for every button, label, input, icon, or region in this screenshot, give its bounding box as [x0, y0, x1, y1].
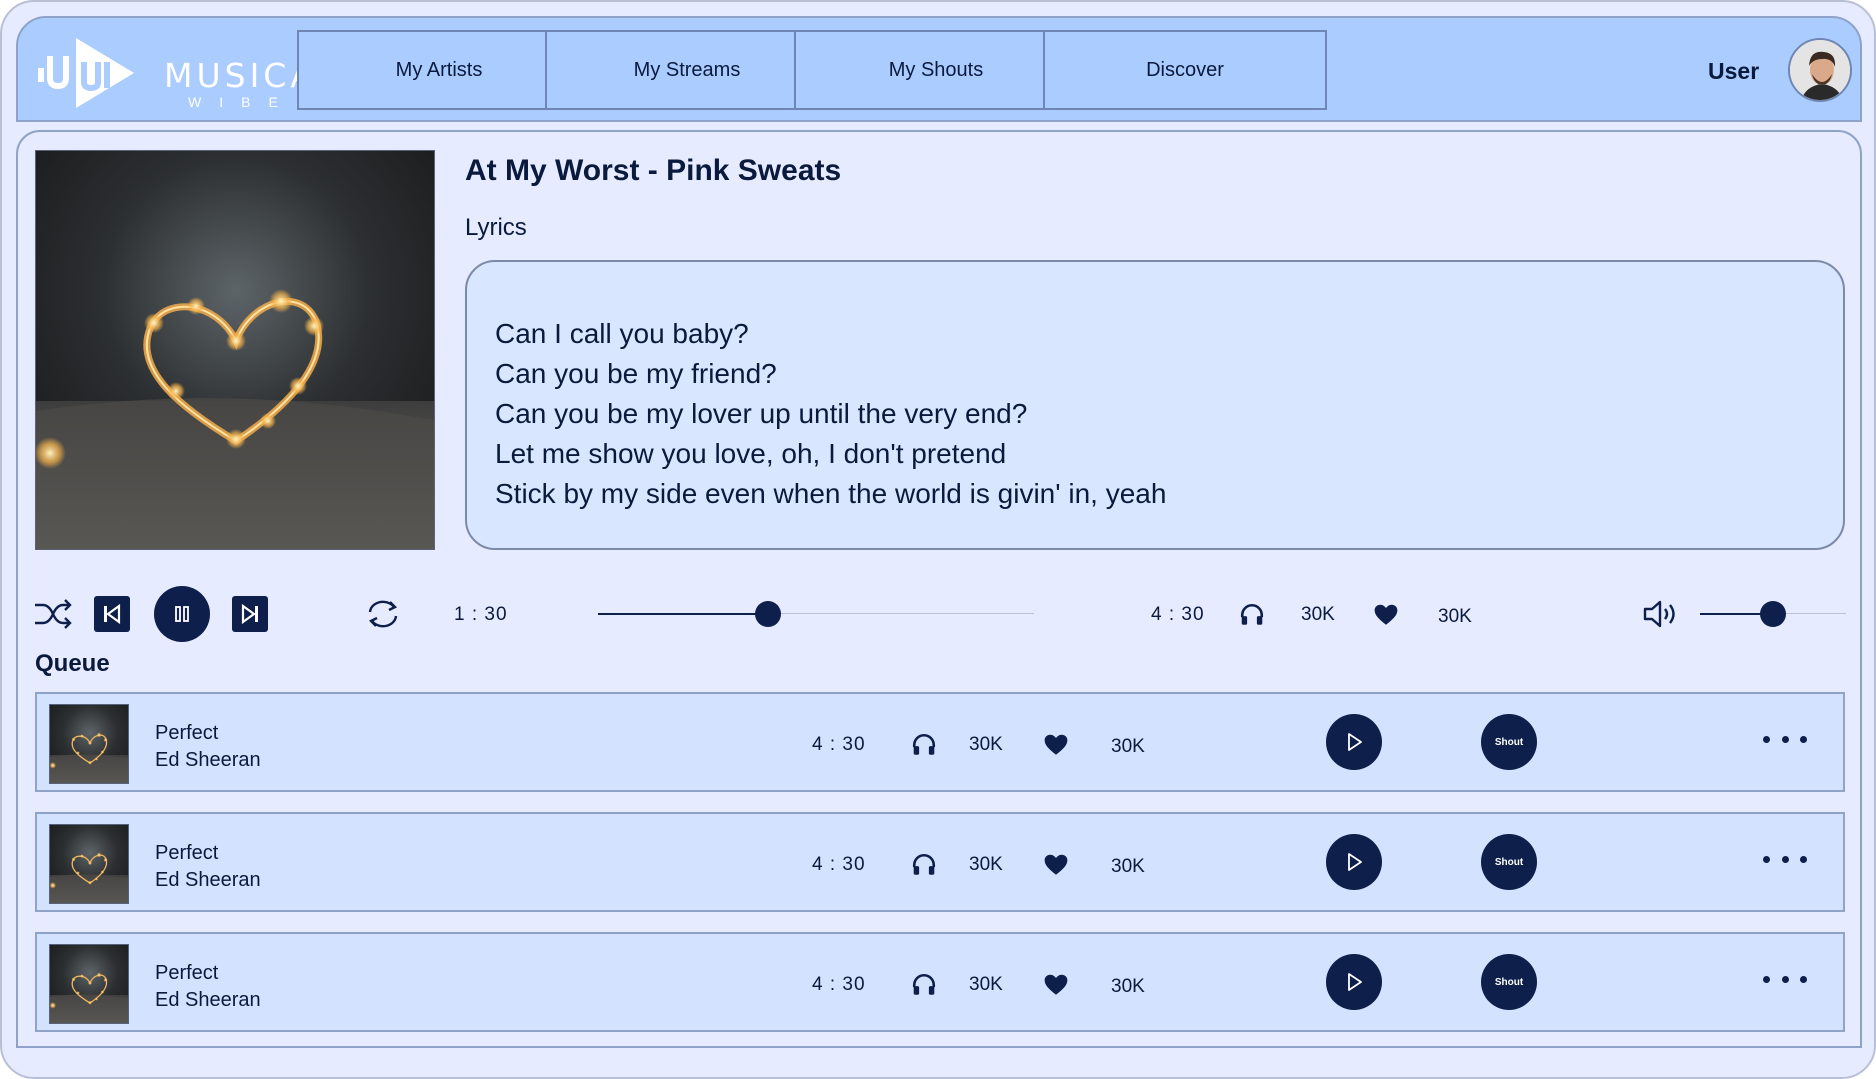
lyric-line: Can you be my lover up until the very en… [495, 398, 1028, 429]
lyrics-box: Can I call you baby? Can you be my frien… [465, 260, 1845, 550]
queue-artist: Ed Sheeran [155, 749, 261, 771]
heart-lights-image [50, 705, 129, 784]
avatar[interactable] [1788, 38, 1852, 102]
queue-row[interactable]: Perfect Ed Sheeran 4 : 30 30K 30K Shout [35, 692, 1845, 792]
queue-label: Queue [35, 650, 110, 677]
header: MUSICAL WIBES My Artists My Streams My S… [16, 16, 1862, 122]
lyric-line: Can you be my friend? [495, 358, 777, 389]
queue-likes: 30K [1111, 736, 1145, 757]
queue-row[interactable]: Perfect Ed Sheeran 4 : 30 30K 30K Shout [35, 932, 1845, 1032]
shuffle-button[interactable] [33, 596, 73, 637]
queue-artist: Ed Sheeran [155, 869, 261, 891]
more-options-button[interactable] [1763, 844, 1807, 874]
brand-mark-icon [38, 38, 134, 108]
more-dot-icon [1763, 855, 1770, 863]
next-button[interactable] [232, 596, 268, 632]
heart-lights-image [50, 825, 129, 904]
listens-count: 30K [1301, 604, 1335, 625]
queue-listens: 30K [969, 974, 1003, 995]
heart-icon[interactable] [1043, 852, 1069, 878]
user-avatar-icon [1790, 40, 1850, 100]
queue-listens: 30K [969, 854, 1003, 875]
queue-duration: 4 : 30 [812, 974, 866, 995]
seek-bar[interactable] [598, 601, 1034, 627]
lyric-line: Let me show you love, oh, I don't preten… [495, 438, 1007, 469]
queue-song-title: Perfect [155, 842, 219, 864]
shuffle-icon [35, 599, 72, 629]
volume-slider[interactable] [1700, 601, 1846, 627]
pause-icon [175, 606, 189, 622]
more-options-button[interactable] [1763, 964, 1807, 994]
repeat-icon [368, 600, 398, 628]
current-time: 1 : 30 [454, 604, 508, 625]
lyric-line: Can I call you baby? [495, 318, 749, 349]
queue-duration: 4 : 30 [812, 854, 866, 875]
seek-progress [598, 613, 768, 615]
brand-logo[interactable]: MUSICAL WIBES [38, 36, 338, 110]
play-icon [1348, 853, 1362, 871]
song-title: At My Worst - Pink Sweats [465, 154, 842, 187]
likes-count: 30K [1438, 606, 1472, 627]
more-dot-icon [1763, 975, 1770, 983]
nav-my-artists[interactable]: My Artists [297, 30, 581, 110]
shout-button[interactable]: Shout [1481, 714, 1537, 770]
queue-thumbnail [49, 704, 129, 784]
play-icon [1348, 973, 1362, 991]
app-window: MUSICAL WIBES My Artists My Streams My S… [0, 0, 1876, 1079]
heart-lights-image [36, 151, 435, 550]
nav-discover[interactable]: Discover [1043, 30, 1327, 110]
more-options-button[interactable] [1763, 724, 1807, 754]
queue-song-title: Perfect [155, 722, 219, 744]
like-heart-icon[interactable] [1373, 602, 1399, 628]
volume-icon [1643, 600, 1675, 628]
lyric-line: Stick by my side even when the world is … [495, 478, 1167, 509]
skip-back-icon [104, 603, 121, 625]
volume-handle[interactable] [1760, 601, 1786, 627]
queue-thumbnail [49, 944, 129, 1024]
headphones-icon [911, 972, 937, 998]
queue-listens: 30K [969, 734, 1003, 755]
queue-play-button[interactable] [1326, 714, 1382, 770]
more-dot-icon [1781, 975, 1789, 983]
queue-play-button[interactable] [1326, 834, 1382, 890]
shout-button[interactable]: Shout [1481, 834, 1537, 890]
queue-artist: Ed Sheeran [155, 989, 261, 1011]
pause-button[interactable] [154, 586, 210, 642]
more-dot-icon [1763, 735, 1770, 743]
queue-duration: 4 : 30 [812, 734, 866, 755]
more-dot-icon [1781, 735, 1789, 743]
more-dot-icon [1800, 855, 1807, 863]
queue-song-title: Perfect [155, 962, 219, 984]
queue-likes: 30K [1111, 976, 1145, 997]
headphones-icon [911, 732, 937, 758]
skip-forward-icon [241, 603, 258, 625]
heart-icon[interactable] [1043, 732, 1069, 758]
total-time: 4 : 30 [1151, 604, 1205, 625]
heart-icon[interactable] [1043, 972, 1069, 998]
seek-remaining [768, 613, 1034, 614]
nav-my-streams[interactable]: My Streams [545, 30, 829, 110]
shout-button[interactable]: Shout [1481, 954, 1537, 1010]
more-dot-icon [1800, 975, 1807, 983]
seek-handle[interactable] [755, 601, 781, 627]
queue-row[interactable]: Perfect Ed Sheeran 4 : 30 30K 30K Shout [35, 812, 1845, 912]
queue-play-button[interactable] [1326, 954, 1382, 1010]
nav-my-shouts[interactable]: My Shouts [794, 30, 1078, 110]
more-dot-icon [1781, 855, 1789, 863]
queue-thumbnail [49, 824, 129, 904]
album-art [35, 150, 435, 550]
play-icon [1348, 733, 1362, 751]
user-label[interactable]: User [1708, 58, 1759, 85]
lyrics-label: Lyrics [465, 214, 527, 241]
more-dot-icon [1800, 735, 1807, 743]
headphones-icon [911, 852, 937, 878]
queue-likes: 30K [1111, 856, 1145, 877]
volume-button[interactable] [1642, 598, 1680, 635]
heart-lights-image [50, 945, 129, 1024]
listens-headphones-icon [1239, 602, 1265, 628]
previous-button[interactable] [94, 596, 130, 632]
repeat-button[interactable] [364, 596, 402, 637]
